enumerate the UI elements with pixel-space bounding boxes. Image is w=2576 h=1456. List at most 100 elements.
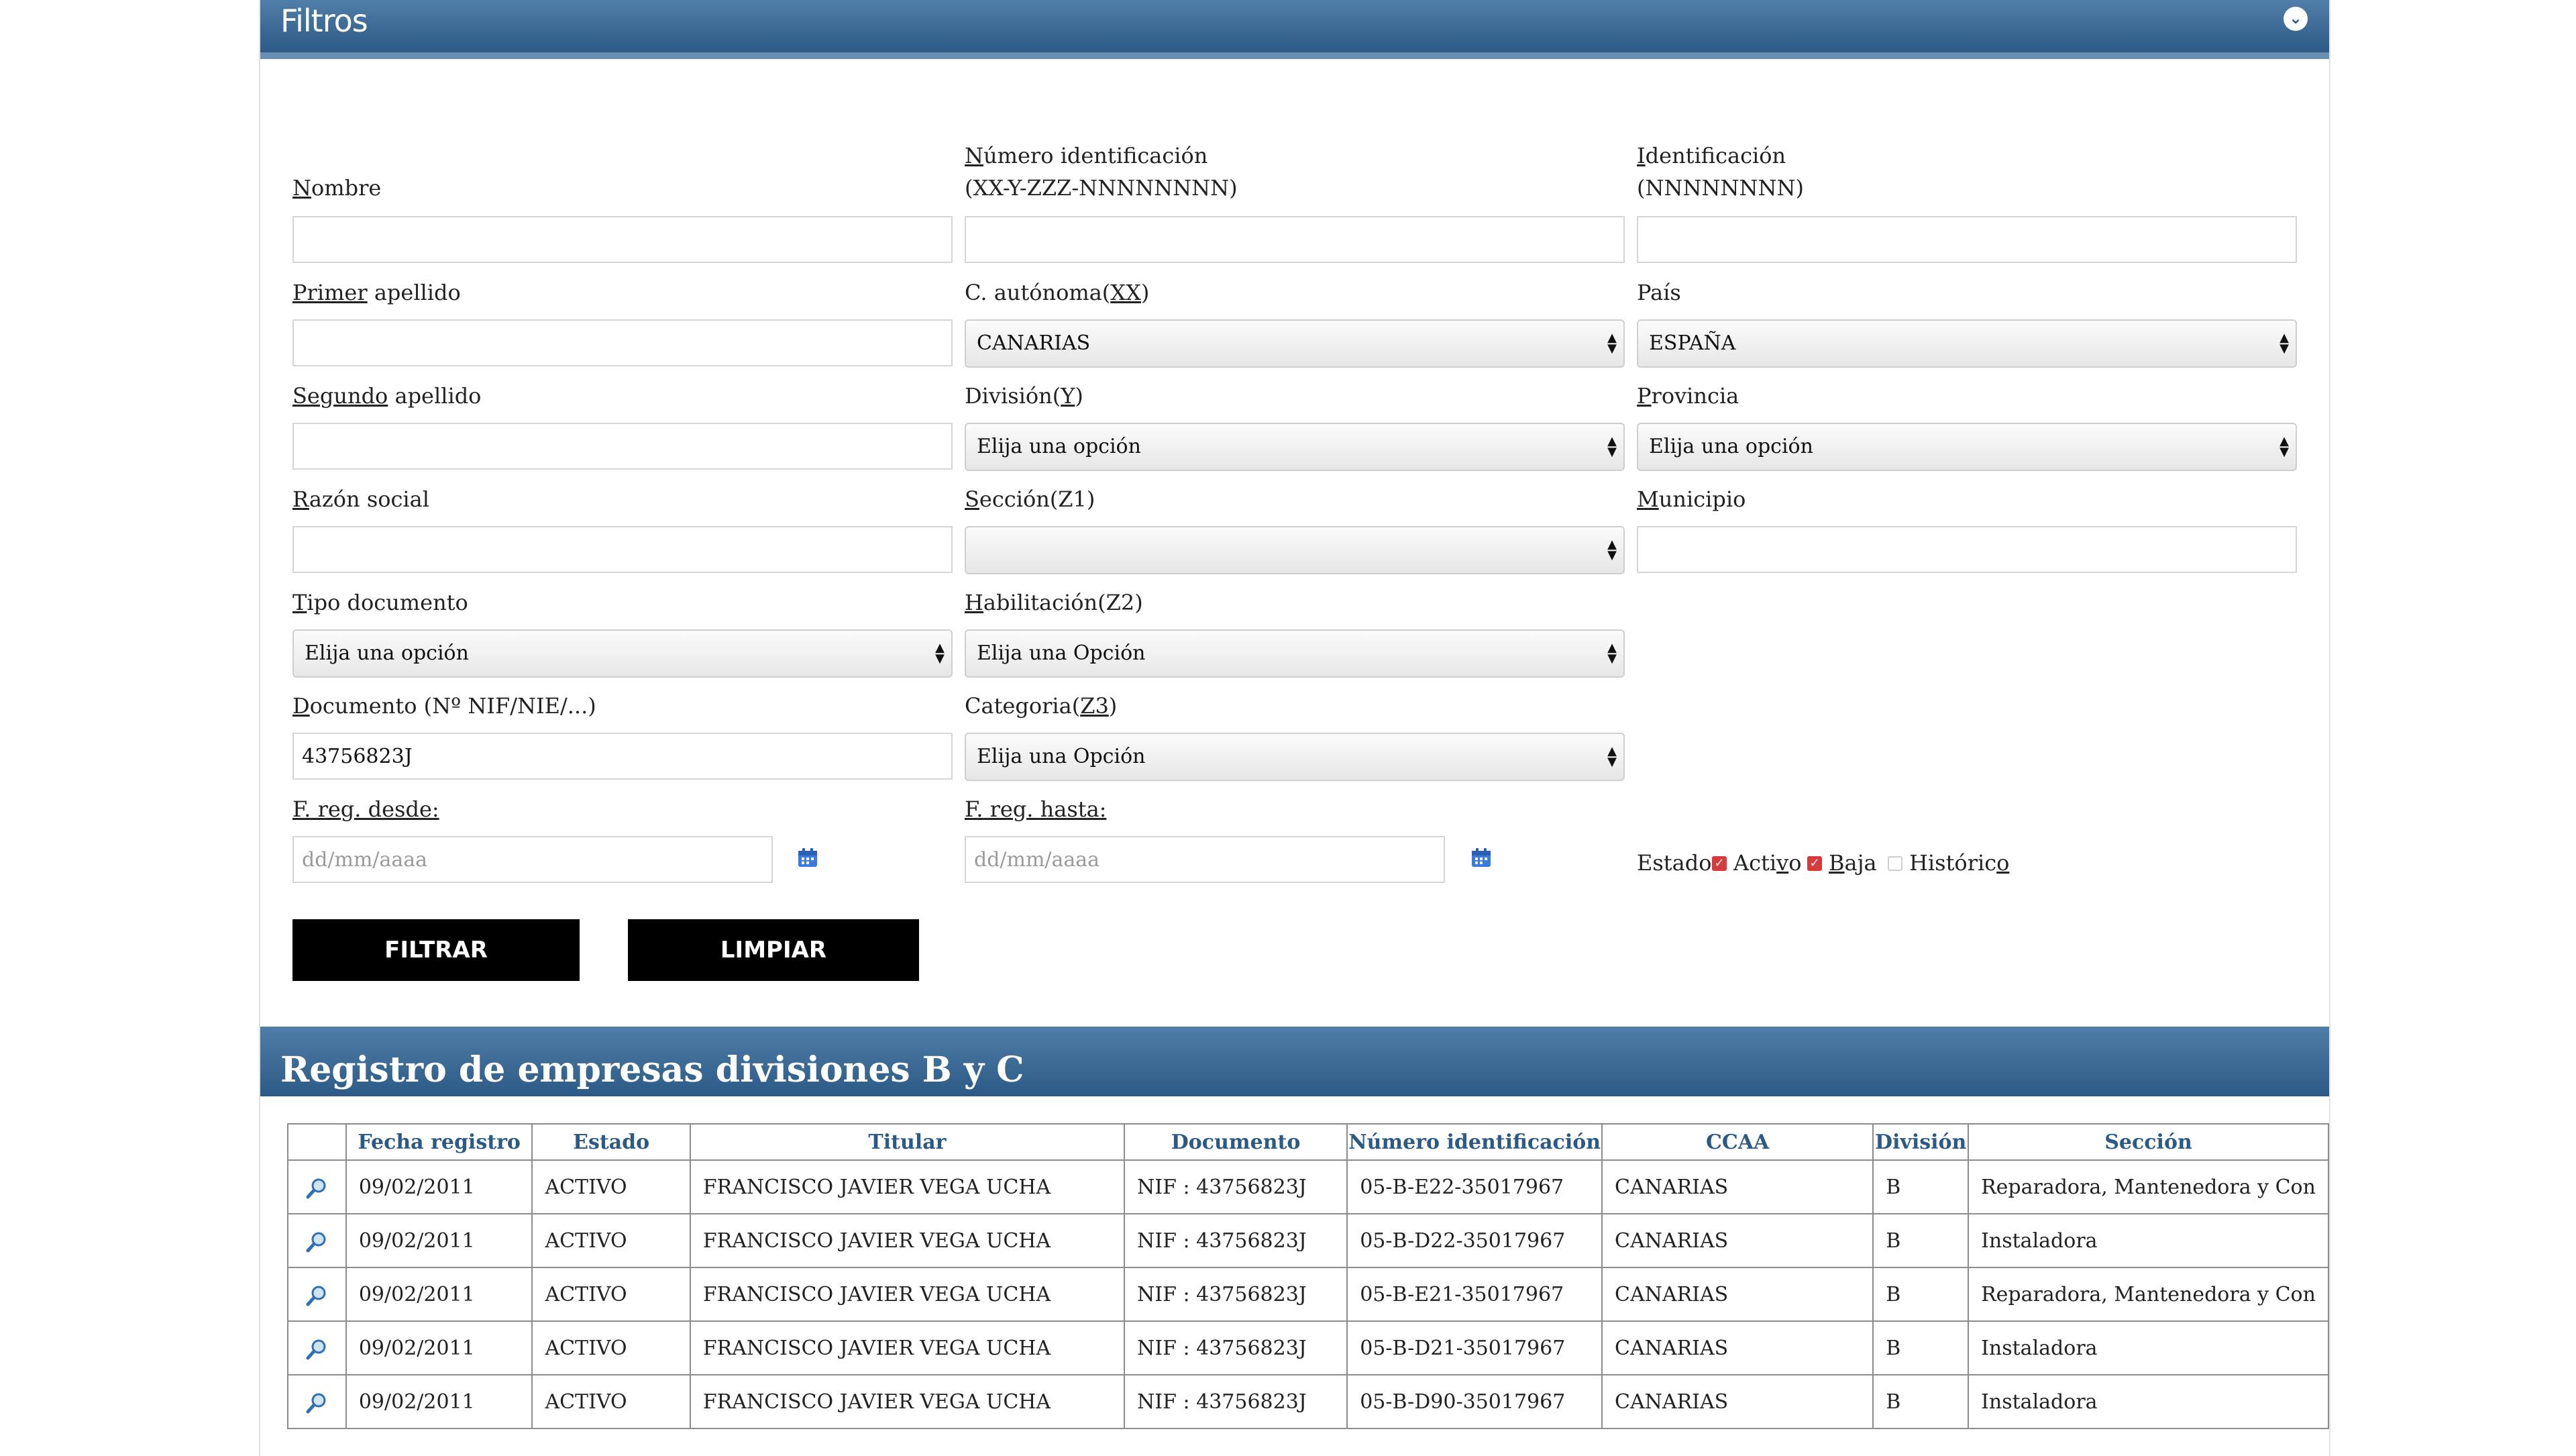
nombre-input[interactable]: [292, 216, 953, 263]
f-reg-hasta-input[interactable]: [965, 836, 1445, 883]
table-row[interactable]: 09/02/2011 ACTIVO FRANCISCO JAVIER VEGA UC…: [287, 1320, 2329, 1375]
municipio-input[interactable]: [1637, 526, 2297, 573]
historico-checkbox[interactable]: [1888, 856, 1902, 871]
col-header-view: [287, 1123, 347, 1161]
cell-ccaa: CANARIAS: [1601, 1159, 1874, 1214]
primer-apellido-input[interactable]: [292, 319, 953, 366]
table-row[interactable]: 09/02/2011 ACTIVO FRANCISCO JAVIER VEGA UC…: [287, 1159, 2329, 1214]
cell-documento: NIF : 43756823J: [1124, 1213, 1348, 1268]
categoria-select[interactable]: Elija una Opción ▲ ▼: [965, 733, 1625, 781]
categoria-label: Categoria(Z3): [965, 693, 1118, 719]
documento-input[interactable]: [292, 733, 953, 780]
documento-label: Documento (Nº NIF/NIE/...): [292, 693, 596, 719]
division-value: Elija una opción: [977, 435, 1141, 458]
cell-estado: ACTIVO: [531, 1374, 691, 1429]
magnifier-icon[interactable]: [305, 1338, 328, 1361]
calendar-icon[interactable]: [1470, 847, 1492, 868]
provincia-label: Provincia: [1637, 383, 1739, 409]
cell-ccaa: CANARIAS: [1601, 1320, 1874, 1375]
cell-fecha-registro: 09/02/2011: [345, 1374, 533, 1429]
cell-view: [287, 1213, 347, 1268]
tipo-documento-select[interactable]: Elija una opción ▲ ▼: [292, 629, 953, 678]
cell-estado: ACTIVO: [531, 1159, 691, 1214]
habilitacion-label: Habilitación(Z2): [965, 590, 1143, 615]
segundo-apellido-input[interactable]: [292, 423, 953, 470]
habilitacion-select[interactable]: Elija una Opción ▲ ▼: [965, 629, 1625, 678]
seccion-label: Sección(Z1): [965, 486, 1095, 512]
cell-fecha-registro: 09/02/2011: [345, 1267, 533, 1322]
col-header-estado[interactable]: Estado: [531, 1123, 691, 1161]
col-header-numero-identificacion[interactable]: Número identificación: [1346, 1123, 1603, 1161]
magnifier-icon[interactable]: [305, 1284, 328, 1307]
cell-titular: FRANCISCO JAVIER VEGA UCHA: [689, 1374, 1126, 1429]
limpiar-button[interactable]: LIMPIAR: [628, 919, 919, 981]
seccion-select[interactable]: ▲ ▼: [965, 526, 1625, 574]
provincia-value: Elija una opción: [1649, 435, 1813, 458]
magnifier-icon[interactable]: [305, 1177, 328, 1200]
cell-numero-identificacion: 05-B-E21-35017967: [1346, 1267, 1603, 1322]
cell-division: B: [1872, 1267, 1970, 1322]
razon-social-input[interactable]: [292, 526, 953, 573]
cell-seccion: Reparadora, Mantenedora y Con: [1968, 1159, 2329, 1214]
cell-division: B: [1872, 1320, 1970, 1375]
activo-checkbox[interactable]: ✓: [1712, 856, 1727, 871]
magnifier-icon[interactable]: [305, 1231, 328, 1253]
table-row[interactable]: 09/02/2011 ACTIVO FRANCISCO JAVIER VEGA UC…: [287, 1267, 2329, 1322]
cell-fecha-registro: 09/02/2011: [345, 1213, 533, 1268]
collapse-chevron-icon[interactable]: ⌄: [2284, 7, 2308, 31]
c-autonoma-select[interactable]: CANARIAS ▲ ▼: [965, 319, 1625, 368]
select-arrows-icon: ▲ ▼: [2279, 434, 2289, 459]
select-arrows-icon: ▲ ▼: [1607, 641, 1617, 666]
select-arrows-icon: ▲ ▼: [1607, 537, 1617, 562]
provincia-select[interactable]: Elija una opción ▲ ▼: [1637, 423, 2297, 471]
baja-checkbox[interactable]: ✓: [1807, 856, 1822, 871]
pais-value: ESPAÑA: [1649, 331, 1736, 355]
filtrar-button[interactable]: FILTRAR: [292, 919, 580, 981]
activo-label: Activo: [1733, 850, 1802, 876]
cell-numero-identificacion: 05-B-D22-35017967: [1346, 1213, 1603, 1268]
table-header-row: Fecha registro Estado Titular Documento …: [287, 1123, 2329, 1161]
estado-label: Estado: [1637, 850, 1712, 876]
col-header-ccaa[interactable]: CCAA: [1601, 1123, 1874, 1161]
table-row[interactable]: 09/02/2011 ACTIVO FRANCISCO JAVIER VEGA UC…: [287, 1374, 2329, 1429]
calendar-icon[interactable]: [797, 847, 818, 868]
cell-view: [287, 1159, 347, 1214]
tipo-documento-label: Tipo documento: [292, 590, 468, 615]
col-header-division[interactable]: División: [1872, 1123, 1970, 1161]
magnifier-icon[interactable]: [305, 1392, 328, 1414]
cell-ccaa: CANARIAS: [1601, 1213, 1874, 1268]
division-select[interactable]: Elija una opción ▲ ▼: [965, 423, 1625, 471]
cell-seccion: Instaladora: [1968, 1213, 2329, 1268]
categoria-value: Elija una Opción: [977, 745, 1146, 768]
cell-documento: NIF : 43756823J: [1124, 1374, 1348, 1429]
numero-identificacion-label: Número identificación: [965, 143, 1208, 168]
cell-seccion: Instaladora: [1968, 1320, 2329, 1375]
pais-select[interactable]: ESPAÑA ▲ ▼: [1637, 319, 2297, 368]
habilitacion-value: Elija una Opción: [977, 641, 1146, 665]
cell-numero-identificacion: 05-B-D90-35017967: [1346, 1374, 1603, 1429]
cell-numero-identificacion: 05-B-D21-35017967: [1346, 1320, 1603, 1375]
filters-title: Filtros: [280, 3, 368, 39]
f-reg-desde-input[interactable]: [292, 836, 773, 883]
baja-label: Baja: [1829, 850, 1877, 876]
numero-identificacion-input[interactable]: [965, 216, 1625, 263]
select-arrows-icon: ▲ ▼: [935, 641, 945, 666]
f-reg-hasta-label: F. reg. hasta:: [965, 796, 1107, 822]
filters-header: Filtros ⌄: [260, 0, 2329, 59]
cell-division: B: [1872, 1159, 1970, 1214]
identificacion-input[interactable]: [1637, 216, 2297, 263]
table-row[interactable]: 09/02/2011 ACTIVO FRANCISCO JAVIER VEGA UC…: [287, 1213, 2329, 1268]
cell-division: B: [1872, 1213, 1970, 1268]
col-header-fecha-registro[interactable]: Fecha registro: [345, 1123, 533, 1161]
select-arrows-icon: ▲ ▼: [2279, 331, 2289, 356]
col-header-documento[interactable]: Documento: [1124, 1123, 1348, 1161]
col-header-titular[interactable]: Titular: [689, 1123, 1126, 1161]
cell-ccaa: CANARIAS: [1601, 1374, 1874, 1429]
col-header-seccion[interactable]: Sección: [1968, 1123, 2329, 1161]
filters-panel: Filtros ⌄ Nombre Primer apellido Segundo…: [259, 0, 2330, 1027]
historico-label: Histórico: [1909, 850, 2010, 876]
cell-titular: FRANCISCO JAVIER VEGA UCHA: [689, 1320, 1126, 1375]
results-header: Registro de empresas divisiones B y C: [260, 1027, 2329, 1096]
identificacion-format: (NNNNNNNN): [1637, 175, 1804, 201]
cell-estado: ACTIVO: [531, 1213, 691, 1268]
